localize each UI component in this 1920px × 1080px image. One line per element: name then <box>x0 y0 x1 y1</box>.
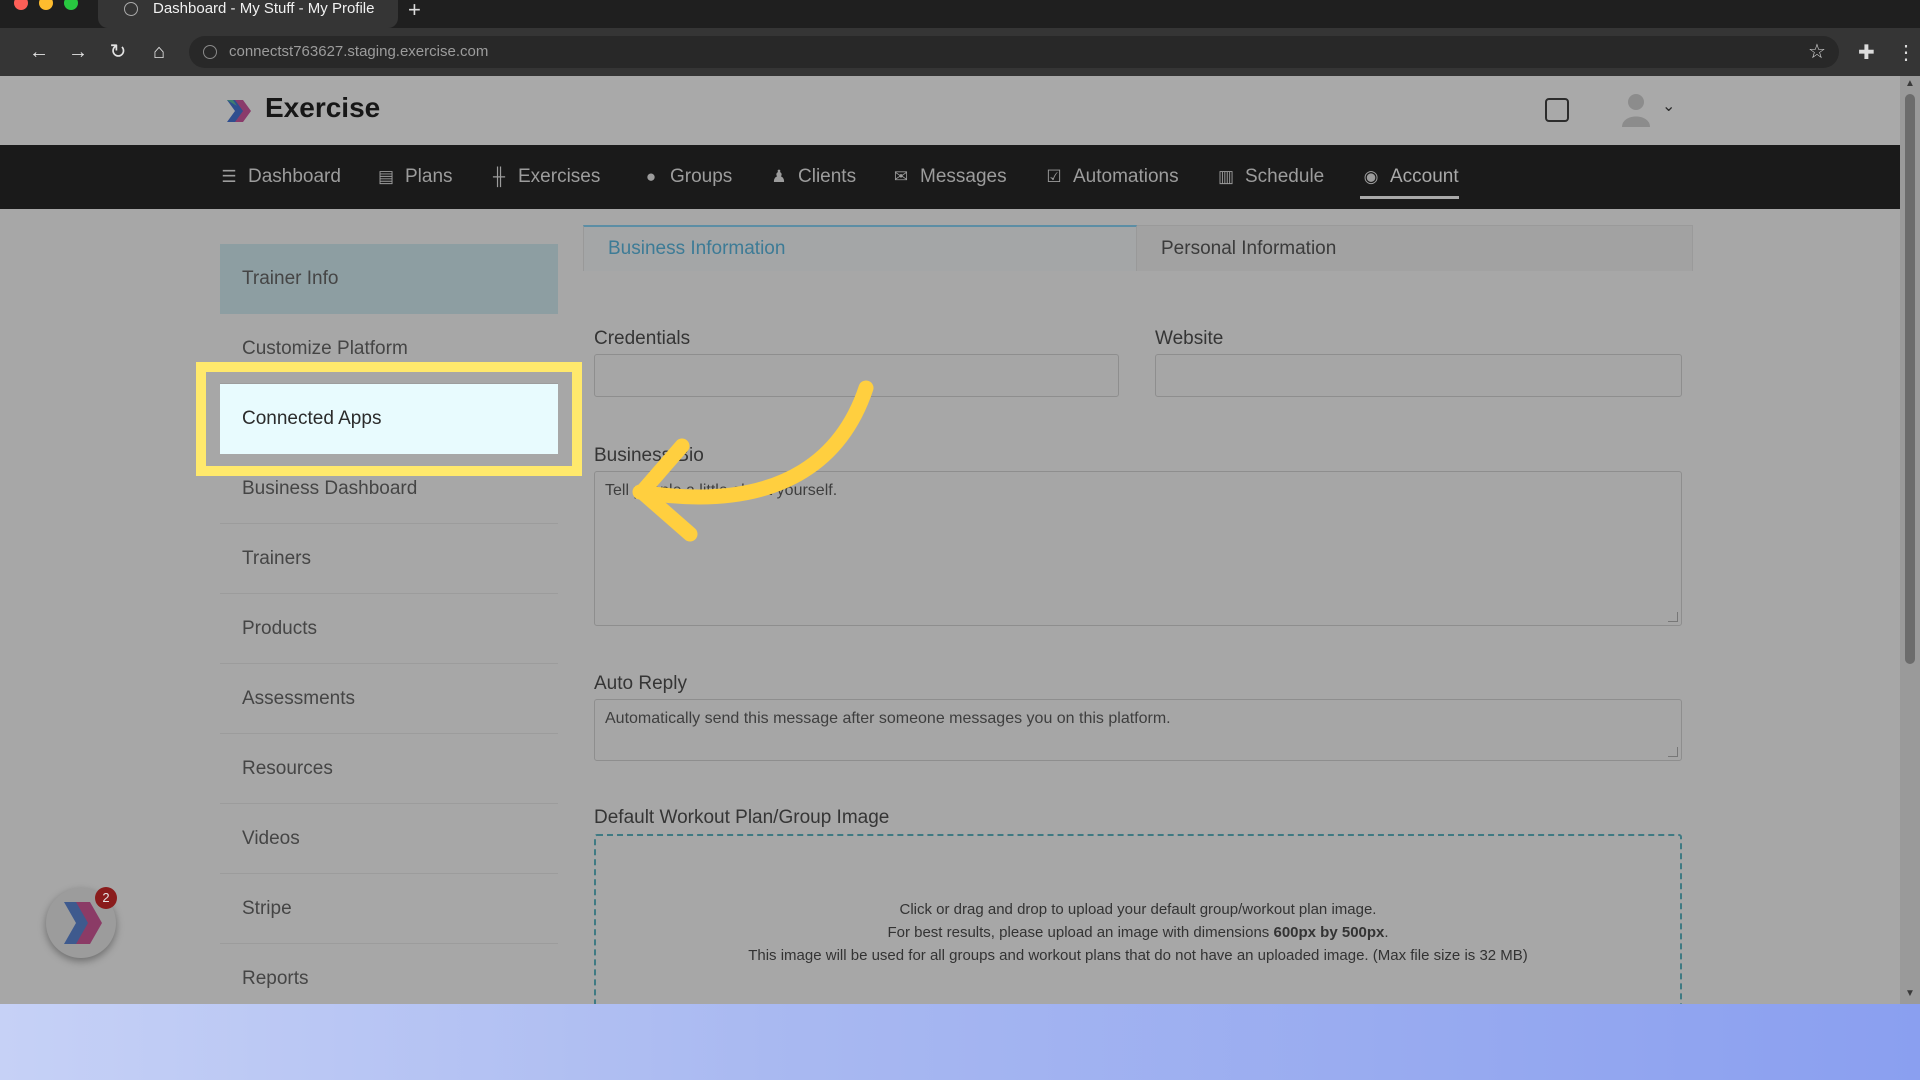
home-icon[interactable]: ⌂ <box>147 40 171 64</box>
nav-schedule[interactable]: ▥ Schedule <box>1215 145 1324 209</box>
auto-reply-label: Auto Reply <box>594 673 687 694</box>
clipboard-icon: ▤ <box>377 167 395 186</box>
extensions-puzzle-icon[interactable]: ✚ <box>1858 40 1875 65</box>
notification-badge: 2 <box>95 887 117 909</box>
user-circle-icon: ◉ <box>1363 167 1379 186</box>
minimize-window-button[interactable] <box>39 0 53 10</box>
main-nav: ☰ Dashboard ▤ Plans ╫ Exercises ● Groups ♟ Cl… <box>0 145 1900 209</box>
new-tab-button[interactable]: + <box>408 0 421 23</box>
browser-tab-bar: Dashboard - My Stuff - My Profile + <box>0 0 1920 28</box>
nav-plans[interactable]: ▤ Plans <box>375 145 453 209</box>
scroll-down-icon[interactable]: ▼ <box>1905 988 1915 999</box>
background-gradient <box>0 1004 1920 1080</box>
reload-icon[interactable]: ↻ <box>106 40 130 64</box>
resize-handle-icon[interactable] <box>1668 612 1678 622</box>
annotation-arrow-icon <box>632 380 874 542</box>
dropzone-line-2: For best results, please upload an image… <box>596 921 1680 944</box>
brand-name: Exercise <box>265 92 381 123</box>
address-url: connectst763627.staging.exercise.com <box>229 43 489 60</box>
tab-personal-information[interactable]: Personal Information <box>1137 225 1693 271</box>
sidebar-item-stripe[interactable]: Stripe <box>220 874 558 944</box>
nav-label: Schedule <box>1245 166 1325 187</box>
sidebar-item-resources[interactable]: Resources <box>220 734 558 804</box>
auto-reply-textarea[interactable]: Automatically send this message after so… <box>594 699 1682 761</box>
user-icon: ♟ <box>771 167 787 186</box>
nav-label: Account <box>1390 166 1459 187</box>
scrollbar-thumb[interactable] <box>1905 94 1915 664</box>
nav-groups[interactable]: ● Groups <box>640 145 732 209</box>
sidebar-item-videos[interactable]: Videos <box>220 804 558 874</box>
nav-label: Messages <box>920 166 1007 187</box>
sidebar-item-assessments[interactable]: Assessments <box>220 664 558 734</box>
sidebar-item-reports[interactable]: Reports <box>220 944 558 1004</box>
dropzone-line-1: Click or drag and drop to upload your de… <box>899 901 1377 918</box>
nav-messages[interactable]: ✉ Messages <box>890 145 1007 209</box>
users-icon: ● <box>645 167 657 186</box>
nav-dashboard[interactable]: ☰ Dashboard <box>218 145 341 209</box>
dropzone-line-2-text: For best results, please upload an image… <box>887 924 1274 941</box>
notifications-square-icon[interactable] <box>1545 98 1569 122</box>
sidebar-item-trainers[interactable]: Trainers <box>220 524 558 594</box>
bookmark-star-icon[interactable]: ☆ <box>1808 39 1826 64</box>
envelope-icon: ✉ <box>893 167 909 186</box>
avatar-icon[interactable] <box>1622 93 1650 127</box>
image-upload-dropzone[interactable]: Click or drag and drop to upload your de… <box>594 834 1682 1004</box>
page-scrollbar[interactable]: ▲ ▼ <box>1900 76 1920 1004</box>
browser-tab-title: Dashboard - My Stuff - My Profile <box>153 0 375 17</box>
browser-tab[interactable]: Dashboard - My Stuff - My Profile <box>98 0 398 28</box>
sidebar-item-trainer-info[interactable]: Trainer Info <box>220 244 558 314</box>
auto-reply-placeholder: Automatically send this message after so… <box>605 710 1171 727</box>
tab-business-information[interactable]: Business Information <box>583 225 1137 271</box>
dropzone-line-3: This image will be used for all groups a… <box>748 947 1528 964</box>
app-header: Exercise ⌄ <box>0 76 1900 145</box>
website-label: Website <box>1155 328 1224 349</box>
browser-toolbar: ← → ↻ ⌂ connectst763627.staging.exercise… <box>0 28 1920 76</box>
nav-automations[interactable]: ☑ Automations <box>1043 145 1179 209</box>
chevron-down-icon[interactable]: ⌄ <box>1662 96 1675 116</box>
nav-label: Plans <box>405 166 453 187</box>
scroll-up-icon[interactable]: ▲ <box>1905 78 1915 89</box>
dropzone-dimensions: 600px by 500px <box>1273 924 1385 941</box>
maximize-window-button[interactable] <box>64 0 78 10</box>
nav-label: Automations <box>1073 166 1179 187</box>
exercise-logo-icon <box>227 100 251 122</box>
nav-label: Clients <box>798 166 857 187</box>
nav-account[interactable]: ◉ Account <box>1360 145 1459 209</box>
address-bar[interactable]: connectst763627.staging.exercise.com <box>189 36 1839 68</box>
globe-icon <box>124 2 138 16</box>
nav-label: Dashboard <box>248 166 341 187</box>
website-input[interactable] <box>1155 354 1682 397</box>
nav-clients[interactable]: ♟ Clients <box>768 145 856 209</box>
forward-arrow-icon[interactable]: → <box>66 40 90 64</box>
highlight-frame <box>196 362 582 476</box>
list-icon: ☰ <box>221 167 237 186</box>
credentials-label: Credentials <box>594 328 691 349</box>
sidebar-item-products[interactable]: Products <box>220 594 558 664</box>
page-content: Exercise ⌄ ☰ Dashboard ▤ Plans ╫ Exercises … <box>0 76 1900 1004</box>
nav-label: Exercises <box>518 166 601 187</box>
back-arrow-icon[interactable]: ← <box>27 40 51 64</box>
default-image-label: Default Workout Plan/Group Image <box>594 807 890 828</box>
dumbbell-icon: ╫ <box>492 167 506 186</box>
site-info-icon[interactable] <box>203 45 217 59</box>
dropzone-line-2-end: . <box>1384 924 1389 941</box>
resize-handle-icon[interactable] <box>1668 747 1678 757</box>
check-square-icon: ☑ <box>1046 167 1062 186</box>
nav-exercises[interactable]: ╫ Exercises <box>488 145 600 209</box>
browser-menu-icon[interactable]: ⋮ <box>1896 40 1916 65</box>
calendar-icon: ▥ <box>1217 167 1235 186</box>
close-window-button[interactable] <box>14 0 28 10</box>
nav-label: Groups <box>670 166 733 187</box>
